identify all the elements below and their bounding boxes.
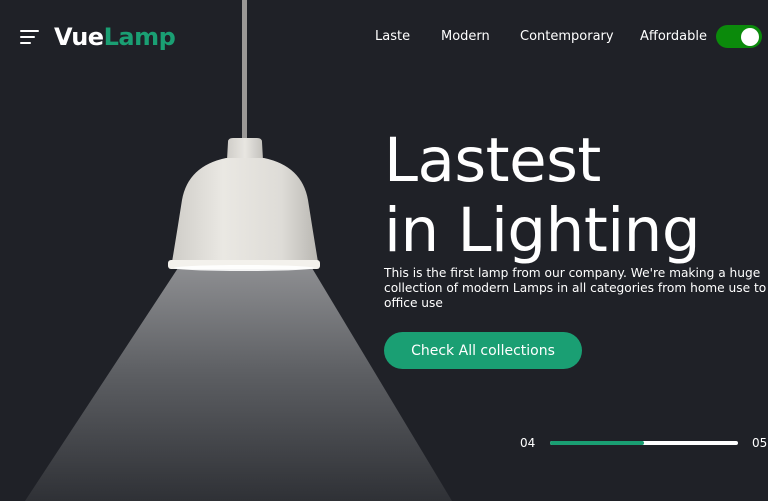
toggle-knob xyxy=(741,27,759,46)
hero-title: Lastest in Lighting xyxy=(384,125,701,266)
nav-link-modern[interactable]: Modern xyxy=(441,28,490,46)
slide-total: 05 xyxy=(752,436,768,450)
hero-title-line1: Lastest xyxy=(384,125,601,196)
logo[interactable]: VueLamp xyxy=(54,21,176,53)
menu-icon[interactable] xyxy=(20,29,40,45)
lamp-cord xyxy=(242,0,247,142)
hero-description: This is the first lamp from our company.… xyxy=(384,266,767,310)
logo-accent: Lamp xyxy=(103,23,176,51)
theme-toggle[interactable] xyxy=(716,25,762,48)
nav-link-contemporary[interactable]: Contemporary xyxy=(520,28,614,46)
page: VueLamp Laste Modern Contemporary Afford… xyxy=(0,0,768,501)
lamp-shade xyxy=(172,158,318,262)
nav-link-affordable[interactable]: Affordable xyxy=(640,28,707,46)
lamp-cap xyxy=(227,138,263,160)
slide-current: 04 xyxy=(520,436,536,450)
logo-primary: Vue xyxy=(54,23,104,51)
slide-progress-fill xyxy=(550,441,644,445)
nav-link-laste[interactable]: Laste xyxy=(375,28,410,46)
slide-progress[interactable] xyxy=(550,441,738,445)
hero-title-line2: in Lighting xyxy=(384,195,701,266)
check-collections-button[interactable]: Check All collections xyxy=(384,332,582,369)
